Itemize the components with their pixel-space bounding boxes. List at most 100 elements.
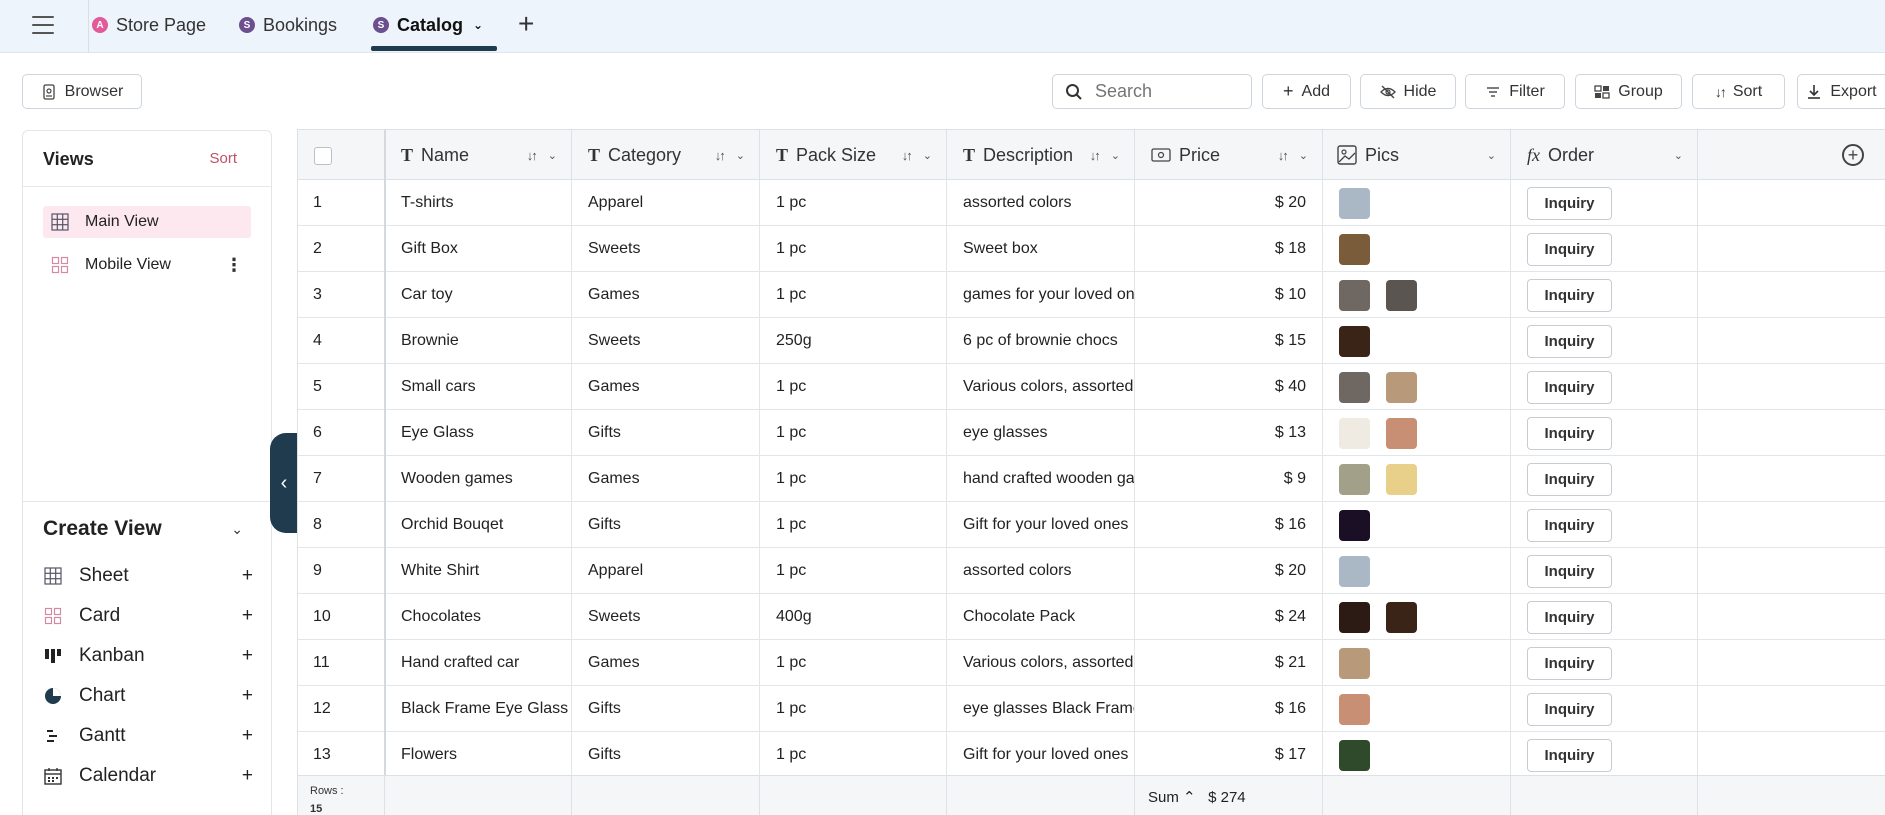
thumbnail-image[interactable] xyxy=(1339,509,1370,541)
thumbnail-image[interactable] xyxy=(1339,371,1370,403)
export-button[interactable]: Export xyxy=(1797,74,1885,109)
description-cell[interactable]: assorted colors xyxy=(947,548,1135,594)
row-number-cell[interactable]: 4 xyxy=(298,318,385,364)
row-number-cell[interactable]: 1 xyxy=(298,180,385,226)
thumbnail-image[interactable] xyxy=(1339,325,1370,357)
chevron-down-icon[interactable]: ⌄ xyxy=(231,521,243,538)
thumbnail-image[interactable] xyxy=(1339,601,1370,633)
table-row[interactable]: 7 Wooden games Games 1 pc hand crafted woode… xyxy=(298,456,1885,502)
name-cell[interactable]: T-shirts xyxy=(385,180,572,226)
name-cell[interactable]: Black Frame Eye Glass xyxy=(385,686,572,732)
column-header-pics[interactable]: Pics ⌄ xyxy=(1323,130,1511,180)
chevron-down-icon[interactable]: ⌄ xyxy=(1299,149,1308,162)
price-cell[interactable]: $ 16 xyxy=(1135,502,1323,548)
row-number-cell[interactable]: 11 xyxy=(298,640,385,686)
thumbnail-image[interactable] xyxy=(1339,647,1370,679)
chevron-down-icon[interactable]: ⌄ xyxy=(548,149,557,162)
add-column-icon[interactable]: + xyxy=(1842,144,1864,166)
price-cell[interactable]: $ 15 xyxy=(1135,318,1323,364)
description-cell[interactable]: Gift for your loved ones xyxy=(947,502,1135,548)
pack-size-cell[interactable]: 1 pc xyxy=(760,456,947,502)
pics-cell[interactable] xyxy=(1323,272,1511,318)
name-cell[interactable]: White Shirt xyxy=(385,548,572,594)
inquiry-button[interactable]: Inquiry xyxy=(1527,508,1612,542)
browser-button[interactable]: Browser xyxy=(22,74,142,109)
column-header-pack-size[interactable]: T Pack Size ↓↑ ⌄ xyxy=(760,130,947,180)
table-row[interactable]: 9 White Shirt Apparel 1 pc assorted colors $ … xyxy=(298,548,1885,594)
view-item-mobile-view[interactable]: Mobile View ⋮ xyxy=(43,249,251,281)
plus-icon[interactable]: + xyxy=(242,685,253,707)
pics-cell[interactable] xyxy=(1323,732,1511,778)
row-number-cell[interactable]: 7 xyxy=(298,456,385,502)
chevron-down-icon[interactable]: ⌄ xyxy=(1674,149,1683,162)
thumbnail-image[interactable] xyxy=(1339,417,1370,449)
category-cell[interactable]: Gifts xyxy=(572,502,760,548)
pack-size-cell[interactable]: 1 pc xyxy=(760,548,947,594)
thumbnail-image[interactable] xyxy=(1386,417,1417,449)
tab-catalog[interactable]: S Catalog ⌄ xyxy=(373,0,483,50)
inquiry-button[interactable]: Inquiry xyxy=(1527,232,1612,266)
create-view-sheet[interactable]: Sheet + xyxy=(43,561,253,591)
filter-button[interactable]: Filter xyxy=(1465,74,1565,109)
table-row[interactable]: 5 Small cars Games 1 pc Various colors, asso… xyxy=(298,364,1885,410)
table-row[interactable]: 8 Orchid Bouqet Gifts 1 pc Gift for your lov… xyxy=(298,502,1885,548)
pics-cell[interactable] xyxy=(1323,502,1511,548)
view-item-main-view[interactable]: Main View xyxy=(43,206,251,238)
category-cell[interactable]: Sweets xyxy=(572,226,760,272)
price-cell[interactable]: $ 20 xyxy=(1135,548,1323,594)
price-cell[interactable]: $ 24 xyxy=(1135,594,1323,640)
name-cell[interactable]: Eye Glass xyxy=(385,410,572,456)
thumbnail-image[interactable] xyxy=(1339,233,1370,265)
thumbnail-image[interactable] xyxy=(1339,693,1370,725)
sort-icon[interactable]: ↓↑ xyxy=(527,148,538,163)
row-number-cell[interactable]: 10 xyxy=(298,594,385,640)
inquiry-button[interactable]: Inquiry xyxy=(1527,738,1612,772)
plus-icon[interactable]: + xyxy=(242,565,253,587)
price-cell[interactable]: $ 13 xyxy=(1135,410,1323,456)
price-sum[interactable]: Sum ⌃ $ 274 xyxy=(1148,788,1246,806)
pack-size-cell[interactable]: 400g xyxy=(760,594,947,640)
create-view-gantt[interactable]: Gantt + xyxy=(43,721,253,751)
category-cell[interactable]: Sweets xyxy=(572,318,760,364)
name-cell[interactable]: Car toy xyxy=(385,272,572,318)
column-header-category[interactable]: T Category ↓↑ ⌄ xyxy=(572,130,760,180)
pack-size-cell[interactable]: 1 pc xyxy=(760,180,947,226)
category-cell[interactable]: Gifts xyxy=(572,732,760,778)
category-cell[interactable]: Sweets xyxy=(572,594,760,640)
sort-icon[interactable]: ↓↑ xyxy=(1278,148,1289,163)
category-cell[interactable]: Gifts xyxy=(572,410,760,456)
table-row[interactable]: 3 Car toy Games 1 pc games for your loved on… xyxy=(298,272,1885,318)
more-options-icon[interactable]: ⋮ xyxy=(225,255,243,276)
category-cell[interactable]: Apparel xyxy=(572,548,760,594)
column-header-price[interactable]: Price ↓↑ ⌄ xyxy=(1135,130,1323,180)
pack-size-cell[interactable]: 1 pc xyxy=(760,226,947,272)
name-cell[interactable]: Flowers xyxy=(385,732,572,778)
thumbnail-image[interactable] xyxy=(1339,279,1370,311)
hamburger-menu-icon[interactable] xyxy=(32,16,54,34)
thumbnail-image[interactable] xyxy=(1339,187,1370,219)
inquiry-button[interactable]: Inquiry xyxy=(1527,646,1612,680)
price-cell[interactable]: $ 16 xyxy=(1135,686,1323,732)
table-row[interactable]: 4 Brownie Sweets 250g 6 pc of brownie chocs $… xyxy=(298,318,1885,364)
table-row[interactable]: 12 Black Frame Eye Glass Gifts 1 pc eye glas… xyxy=(298,686,1885,732)
pics-cell[interactable] xyxy=(1323,226,1511,272)
price-cell[interactable]: $ 10 xyxy=(1135,272,1323,318)
create-view-chart[interactable]: Chart + xyxy=(43,681,253,711)
search-input[interactable] xyxy=(1095,81,1245,102)
thumbnail-image[interactable] xyxy=(1386,279,1417,311)
category-cell[interactable]: Games xyxy=(572,640,760,686)
price-cell[interactable]: $ 9 xyxy=(1135,456,1323,502)
create-view-kanban[interactable]: Kanban + xyxy=(43,641,253,671)
pics-cell[interactable] xyxy=(1323,456,1511,502)
name-cell[interactable]: Wooden games xyxy=(385,456,572,502)
sort-button[interactable]: ↓↑ Sort xyxy=(1692,74,1785,109)
pics-cell[interactable] xyxy=(1323,548,1511,594)
name-cell[interactable]: Orchid Bouqet xyxy=(385,502,572,548)
search-box[interactable] xyxy=(1052,74,1252,109)
pack-size-cell[interactable]: 1 pc xyxy=(760,272,947,318)
thumbnail-image[interactable] xyxy=(1339,463,1370,495)
row-number-cell[interactable]: 8 xyxy=(298,502,385,548)
column-header-name[interactable]: T Name ↓↑ ⌄ xyxy=(385,130,572,180)
collapse-sidebar-button[interactable]: ‹ xyxy=(270,433,298,533)
plus-icon[interactable]: + xyxy=(242,765,253,787)
